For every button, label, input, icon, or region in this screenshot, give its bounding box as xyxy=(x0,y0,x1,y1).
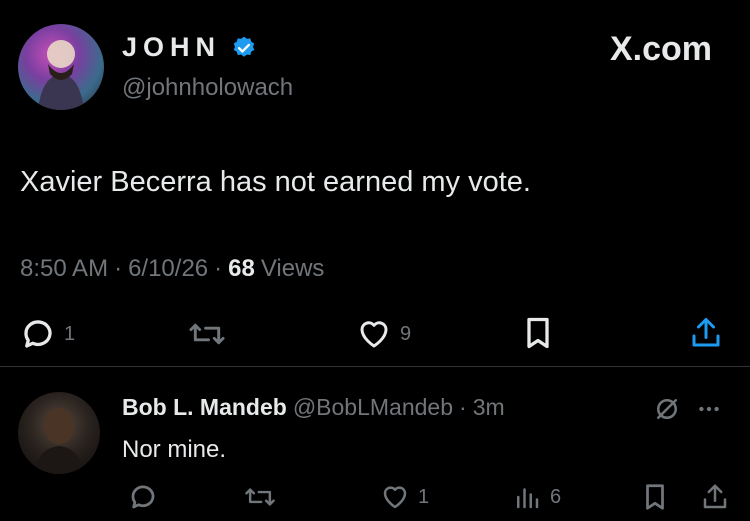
reply-count: 1 xyxy=(64,322,76,345)
author-avatar[interactable] xyxy=(18,24,104,110)
reply-icon xyxy=(128,482,158,512)
reply-views-button[interactable]: 6 xyxy=(512,482,561,512)
reply-bookmark-button[interactable] xyxy=(640,482,670,512)
share-icon xyxy=(700,482,730,512)
analytics-icon xyxy=(512,482,542,512)
more-options-button[interactable] xyxy=(694,396,724,422)
reply-like-button[interactable]: 1 xyxy=(380,482,429,512)
reply-author-avatar[interactable] xyxy=(18,392,100,474)
views-label: Views xyxy=(260,255,325,282)
reply-reply-button[interactable] xyxy=(128,482,158,512)
like-button[interactable]: 9 xyxy=(356,316,411,352)
author-handle[interactable]: @johnholowach xyxy=(122,74,293,102)
reply-author-handle[interactable]: @BobLMandeb xyxy=(293,394,453,421)
reply-views-count: 6 xyxy=(550,485,562,508)
author-name[interactable]: JOHN xyxy=(122,32,221,63)
tweet-date[interactable]: 6/10/26 xyxy=(128,255,208,283)
reply-time[interactable]: 3m xyxy=(473,394,505,421)
tweet-time[interactable]: 8:50 AM xyxy=(20,255,108,283)
brand-logo: X.com xyxy=(609,30,712,68)
retweet-icon xyxy=(188,316,226,352)
grok-button[interactable] xyxy=(650,394,684,424)
divider xyxy=(0,366,750,367)
heart-icon xyxy=(356,316,392,352)
heart-icon xyxy=(380,482,410,512)
views-count: 68 xyxy=(228,255,255,282)
meta-separator: · xyxy=(114,255,123,282)
grok-icon xyxy=(650,394,684,424)
reply-button[interactable]: 1 xyxy=(20,316,75,352)
author-name-row[interactable]: JOHN xyxy=(122,32,257,63)
retweet-button[interactable] xyxy=(188,316,234,352)
verified-badge-icon xyxy=(231,35,257,61)
like-count: 9 xyxy=(400,322,412,345)
tweet-text: Xavier Becerra has not earned my vote. xyxy=(20,166,531,198)
reply-separator: · xyxy=(459,394,467,420)
tweet-meta: 8:50 AM · 6/10/26 · 68 Views xyxy=(20,255,324,283)
reply-author-name[interactable]: Bob L. Mandeb xyxy=(122,394,287,421)
reply-share-button[interactable] xyxy=(700,482,730,512)
more-dots-icon xyxy=(694,396,724,422)
bookmark-button[interactable] xyxy=(520,314,556,352)
share-button[interactable] xyxy=(688,314,724,352)
bookmark-icon xyxy=(640,482,670,512)
meta-separator: · xyxy=(214,255,223,282)
reply-icon xyxy=(20,316,56,352)
share-icon xyxy=(688,314,724,352)
reply-header: Bob L. Mandeb @BobLMandeb · 3m xyxy=(122,394,505,421)
retweet-icon xyxy=(244,482,276,512)
reply-text: Nor mine. xyxy=(122,436,227,463)
reply-like-count: 1 xyxy=(418,485,430,508)
bookmark-icon xyxy=(520,314,556,352)
reply-retweet-button[interactable] xyxy=(244,482,276,512)
